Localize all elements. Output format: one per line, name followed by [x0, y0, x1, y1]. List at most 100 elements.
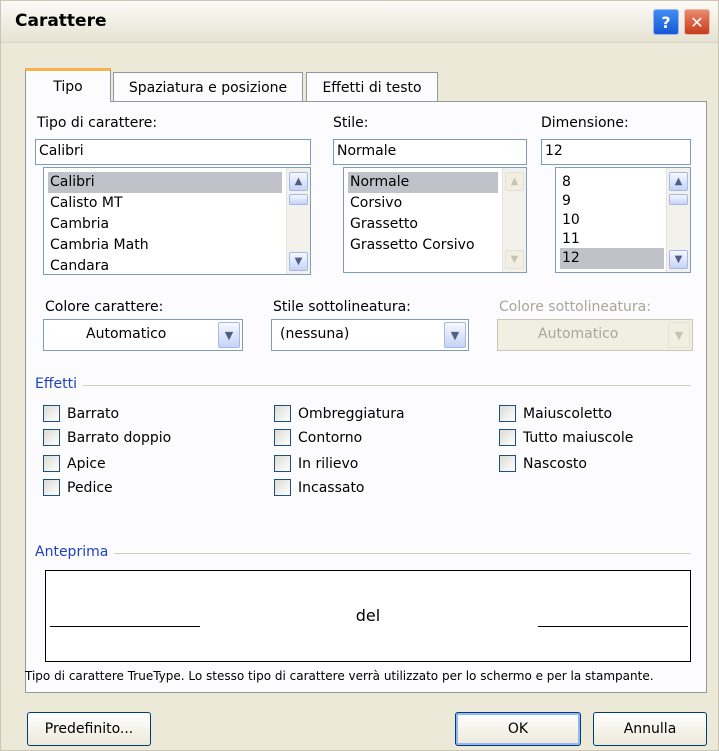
preview-note: Tipo di carattere TrueType. Lo stesso ti… — [25, 669, 654, 683]
size-label: Dimensione: — [541, 115, 629, 131]
chevron-down-icon[interactable]: ▼ — [218, 322, 240, 348]
style-list-item[interactable]: Corsivo — [348, 193, 402, 214]
font-input[interactable]: Calibri — [35, 139, 311, 165]
checkbox-pedice[interactable]: Pedice — [43, 479, 113, 496]
tab-spaziatura-label: Spaziatura e posizione — [128, 79, 288, 96]
chevron-down-icon[interactable]: ▼ — [444, 322, 466, 348]
close-icon: ✕ — [690, 12, 704, 32]
font-list-item[interactable]: Calibri — [48, 172, 282, 193]
scroll-up-icon[interactable]: ▲ — [669, 172, 688, 191]
checkbox-label: Contorno — [298, 429, 363, 446]
font-list-item[interactable]: Cambria — [48, 214, 109, 235]
underline-style-dropdown[interactable]: (nessuna) ▼ — [271, 319, 469, 351]
tab-effetti-label: Effetti di testo — [322, 79, 422, 96]
style-list-item[interactable]: Grassetto — [348, 214, 418, 235]
checkbox-box[interactable] — [43, 429, 60, 446]
checkbox-label: Apice — [67, 455, 106, 472]
size-list-item[interactable]: 9 — [560, 191, 571, 212]
checkbox-label: Barrato doppio — [67, 429, 172, 446]
size-list-item[interactable]: 11 — [560, 229, 580, 250]
checkbox-ombreggiatura[interactable]: Ombreggiatura — [274, 405, 405, 422]
scroll-thumb[interactable] — [669, 194, 688, 205]
preview-line-right — [538, 626, 688, 627]
tab-tipo-label: Tipo — [53, 78, 83, 95]
checkbox-tutto-maiuscole[interactable]: Tutto maiuscole — [499, 429, 633, 446]
chevron-down-icon: ▼ — [668, 322, 690, 348]
preview-box: del — [45, 570, 691, 662]
checkbox-barrato-doppio[interactable]: Barrato doppio — [43, 429, 171, 446]
font-list-scrollbar[interactable]: ▲ ▼ — [286, 168, 310, 274]
checkbox-nascosto[interactable]: Nascosto — [499, 455, 587, 472]
style-list-item[interactable]: Normale — [348, 172, 498, 193]
font-list-item[interactable]: Calisto MT — [48, 193, 123, 214]
checkbox-box[interactable] — [43, 455, 60, 472]
window-title: Carattere — [15, 11, 107, 31]
style-input[interactable]: Normale — [333, 139, 527, 165]
scroll-down-icon[interactable]: ▼ — [289, 252, 308, 271]
style-list[interactable]: Normale Corsivo Grassetto Grassetto Cors… — [343, 167, 527, 273]
checkbox-box[interactable] — [499, 429, 516, 446]
checkbox-apice[interactable]: Apice — [43, 455, 106, 472]
size-input[interactable]: 12 — [541, 139, 691, 165]
checkbox-box[interactable] — [499, 455, 516, 472]
checkbox-box[interactable] — [274, 479, 291, 496]
style-list-item[interactable]: Grassetto Corsivo — [348, 235, 475, 256]
font-list-item[interactable]: Candara — [48, 256, 109, 274]
size-list-item[interactable]: 12 — [560, 248, 664, 269]
underline-color-label: Colore sottolineatura: — [499, 299, 651, 315]
checkbox-label: Maiuscoletto — [523, 405, 613, 422]
font-list-item[interactable]: Cambria Math — [48, 235, 149, 256]
scroll-thumb[interactable] — [289, 194, 308, 205]
checkbox-label: In rilievo — [298, 455, 359, 472]
underline-color-dropdown: Automatico ▼ — [497, 319, 693, 351]
style-list-scrollbar: ▲ ▼ — [502, 168, 526, 272]
checkbox-label: Pedice — [67, 479, 113, 496]
cancel-button-label: Annulla — [623, 721, 677, 737]
scroll-down-icon: ▼ — [505, 250, 524, 269]
checkbox-incassato[interactable]: Incassato — [274, 479, 365, 496]
color-value: Automatico — [86, 326, 167, 342]
preview-sample-text: del — [355, 606, 381, 625]
size-list-item[interactable]: 10 — [560, 210, 580, 231]
preview-title: Anteprima — [35, 544, 115, 560]
checkbox-box[interactable] — [274, 455, 291, 472]
checkbox-barrato[interactable]: Barrato — [43, 405, 119, 422]
size-list[interactable]: 8 9 10 11 12 ▲ ▼ — [555, 167, 691, 273]
size-list-scrollbar[interactable]: ▲ ▼ — [666, 168, 690, 272]
style-label: Stile: — [333, 115, 369, 131]
close-button[interactable]: ✕ — [684, 9, 710, 35]
checkbox-box[interactable] — [274, 405, 291, 422]
preview-line-left — [50, 626, 200, 627]
ok-button-label: OK — [507, 721, 529, 737]
checkbox-maiuscoletto[interactable]: Maiuscoletto — [499, 405, 612, 422]
size-list-item[interactable]: 8 — [560, 172, 571, 193]
tab-spaziatura-posizione[interactable]: Spaziatura e posizione — [113, 72, 303, 102]
font-list[interactable]: Calibri Calisto MT Cambria Cambria Math … — [43, 167, 311, 275]
checkbox-box[interactable] — [43, 479, 60, 496]
default-button[interactable]: Predefinito... — [27, 712, 151, 746]
color-dropdown[interactable]: Automatico ▼ — [43, 319, 243, 351]
checkbox-box[interactable] — [274, 429, 291, 446]
tab-tipo[interactable]: Tipo — [25, 68, 111, 102]
font-dialog: Carattere ? ✕ Tipo Spaziatura e posizion… — [0, 0, 719, 751]
title-bar: Carattere ? ✕ — [1, 1, 718, 43]
checkbox-label: Tutto maiuscole — [523, 429, 634, 446]
checkbox-label: Ombreggiatura — [298, 405, 405, 422]
preview-divider — [37, 553, 691, 554]
underline-style-value: (nessuna) — [280, 326, 350, 342]
checkbox-box[interactable] — [499, 405, 516, 422]
checkbox-label: Barrato — [67, 405, 120, 422]
cancel-button[interactable]: Annulla — [593, 712, 707, 746]
scroll-up-icon[interactable]: ▲ — [289, 172, 308, 191]
underline-style-label: Stile sottolineatura: — [273, 299, 411, 315]
checkbox-in-rilievo[interactable]: In rilievo — [274, 455, 358, 472]
tab-effetti-di-testo[interactable]: Effetti di testo — [306, 72, 438, 102]
underline-color-value: Automatico — [538, 326, 619, 342]
scroll-up-icon: ▲ — [505, 172, 524, 191]
help-icon: ? — [661, 12, 671, 32]
ok-button[interactable]: OK — [455, 712, 581, 746]
help-button[interactable]: ? — [653, 9, 679, 35]
checkbox-contorno[interactable]: Contorno — [274, 429, 362, 446]
scroll-down-icon[interactable]: ▼ — [669, 250, 688, 269]
checkbox-box[interactable] — [43, 405, 60, 422]
